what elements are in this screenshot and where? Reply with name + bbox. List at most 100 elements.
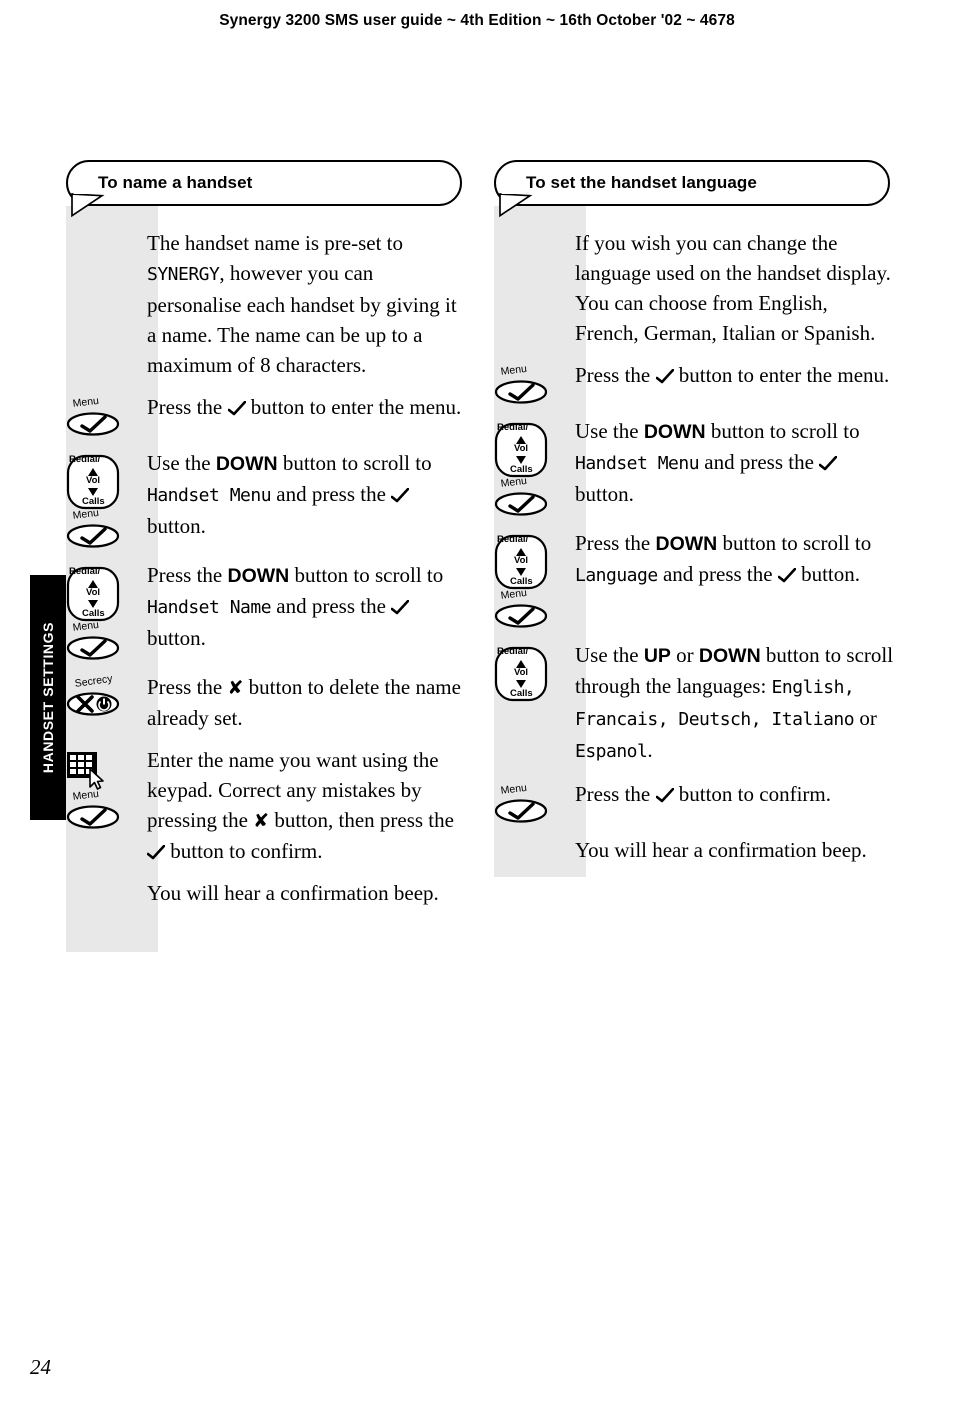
section-tab-label: HANDSET SETTINGS	[40, 621, 56, 774]
menu-button-icon: Menu	[494, 362, 548, 404]
step-icons: Secrecy	[66, 672, 146, 718]
step-icons: Redial/ Vol Calls Menu	[66, 448, 146, 548]
tick-glyph	[390, 481, 410, 503]
step-item: Redial/ Vol Calls Menu Use the DOWN butt…	[494, 416, 894, 516]
menu-button-icon: Menu	[66, 618, 120, 660]
step-icons: Redial/ Vol Calls Menu	[66, 560, 146, 660]
step-text: Enter the name you want using the keypad…	[146, 748, 454, 863]
menu-button-icon: Menu	[66, 787, 120, 829]
menu-icon-label: Menu	[72, 506, 100, 522]
secrecy-icon-label: Secrecy	[74, 672, 114, 690]
step-item: Redial/ Vol Calls Menu Press the DOWN bu…	[66, 560, 466, 660]
step-icons: Menu	[494, 360, 574, 404]
step-item: Menu Press the button to enter the menu.	[66, 392, 466, 436]
menu-icon-label: Menu	[500, 586, 528, 602]
vol-label: Vol	[86, 587, 101, 598]
step-item: Redial/ Vol Calls Menu Press the DOWN bu…	[494, 528, 894, 628]
section-tab: HANDSET SETTINGS	[30, 575, 66, 820]
navigation-key-icon: Redial/ Vol Calls	[494, 646, 548, 702]
page-header-text: Synergy 3200 SMS user guide ~ 4th Editio…	[219, 12, 735, 29]
tick-glyph	[146, 838, 166, 860]
tick-glyph	[227, 394, 246, 416]
redial-label: Redial/	[497, 422, 529, 433]
step-text: You will hear a confirmation beep.	[147, 881, 439, 905]
page-header: Synergy 3200 SMS user guide ~ 4th Editio…	[0, 12, 954, 30]
menu-icon-label: Menu	[500, 474, 528, 490]
tick-glyph	[818, 449, 838, 471]
step-icons: Redial/ Vol Calls Menu	[494, 528, 574, 628]
section-to-name-a-handset: To name a handset The handset name is pr…	[66, 160, 466, 952]
step-icons: Menu	[66, 745, 146, 829]
menu-button-icon: Menu	[66, 394, 120, 436]
step-icons	[66, 878, 146, 884]
step-text: Use the DOWN button to scroll to Handset…	[575, 419, 860, 506]
tick-glyph	[655, 781, 674, 803]
calls-label: Calls	[510, 688, 533, 699]
secrecy-button-icon: Secrecy	[66, 673, 120, 718]
menu-button-icon: Menu	[494, 586, 548, 628]
vol-label: Vol	[514, 667, 529, 678]
step-text: Press the button to enter the menu.	[575, 362, 890, 387]
navigation-key-icon: Redial/ Vol Calls	[494, 534, 548, 590]
menu-icon-label: Menu	[500, 781, 528, 797]
step-icons	[494, 228, 574, 234]
step-text: You will hear a confirmation beep.	[575, 838, 867, 862]
vol-label: Vol	[86, 475, 101, 486]
menu-button-icon: Menu	[494, 474, 548, 516]
step-item: Menu Press the button to enter the menu.	[494, 360, 894, 404]
step-item: You will hear a confirmation beep.	[66, 878, 466, 908]
tick-glyph	[655, 362, 674, 384]
section-title: To set the handset language	[526, 173, 757, 192]
redial-label: Redial/	[69, 454, 101, 465]
step-icons	[494, 835, 574, 841]
step-list: If you wish you can change the language …	[494, 206, 894, 865]
section-body: The handset name is pre-set to SYNERGY, …	[66, 206, 466, 952]
step-text: Press the button to enter the menu.	[147, 394, 462, 419]
step-list: The handset name is pre-set to SYNERGY, …	[66, 206, 466, 908]
step-icons: Menu	[494, 779, 574, 823]
keypad-icon	[66, 751, 114, 791]
calls-label: Calls	[82, 496, 105, 507]
step-text: Use the UP or DOWN button to scroll thro…	[575, 643, 894, 762]
step-text: Use the DOWN button to scroll to Handset…	[147, 451, 432, 538]
callout-tail-icon	[71, 190, 105, 218]
step-text: Press the button to confirm.	[575, 781, 831, 806]
step-item: Menu Enter the name you want using the k…	[66, 745, 466, 866]
step-icons: Redial/ Vol Calls Menu	[494, 416, 574, 516]
step-item: If you wish you can change the language …	[494, 228, 894, 348]
step-icons: Menu	[66, 392, 146, 436]
navigation-key-icon: Redial/ Vol Calls	[66, 566, 120, 622]
tick-glyph	[390, 593, 410, 615]
calls-label: Calls	[82, 608, 105, 619]
menu-icon-label: Menu	[500, 362, 528, 378]
step-item: Secrecy Press the ✘ button to delete the…	[66, 672, 466, 733]
section-body: If you wish you can change the language …	[494, 206, 894, 877]
callout-tail-icon	[499, 190, 533, 218]
step-icons: Redial/ Vol Calls	[494, 640, 574, 702]
menu-icon-label: Menu	[72, 618, 100, 634]
navigation-key-icon: Redial/ Vol Calls	[494, 422, 548, 478]
section-title: To name a handset	[98, 173, 253, 192]
menu-icon-label: Menu	[72, 394, 100, 410]
redial-label: Redial/	[69, 566, 101, 577]
calls-label: Calls	[510, 464, 533, 475]
section-to-set-the-handset-language: To set the handset language If you wish …	[494, 160, 894, 877]
calls-label: Calls	[510, 576, 533, 587]
section-title-callout: To set the handset language	[494, 160, 890, 218]
step-item: Redial/ Vol Calls Menu Use the DOWN butt…	[66, 448, 466, 548]
page-number: 24	[30, 1355, 51, 1379]
step-item: Menu Press the button to confirm.	[494, 779, 894, 823]
step-icons	[66, 228, 146, 234]
vol-label: Vol	[514, 555, 529, 566]
step-item: You will hear a confirmation beep.	[494, 835, 894, 865]
tick-glyph	[777, 561, 797, 583]
menu-icon-label: Menu	[72, 787, 100, 803]
redial-label: Redial/	[497, 646, 529, 657]
vol-label: Vol	[514, 443, 529, 454]
menu-button-icon: Menu	[66, 506, 120, 548]
step-text: Press the DOWN button to scroll to Hands…	[147, 563, 444, 650]
step-text: Press the ✘ button to delete the name al…	[147, 675, 461, 730]
step-item: Redial/ Vol Calls Use the UP or DOWN but…	[494, 640, 894, 767]
step-text: Press the DOWN button to scroll to Langu…	[575, 531, 872, 586]
section-title-callout: To name a handset	[66, 160, 462, 218]
